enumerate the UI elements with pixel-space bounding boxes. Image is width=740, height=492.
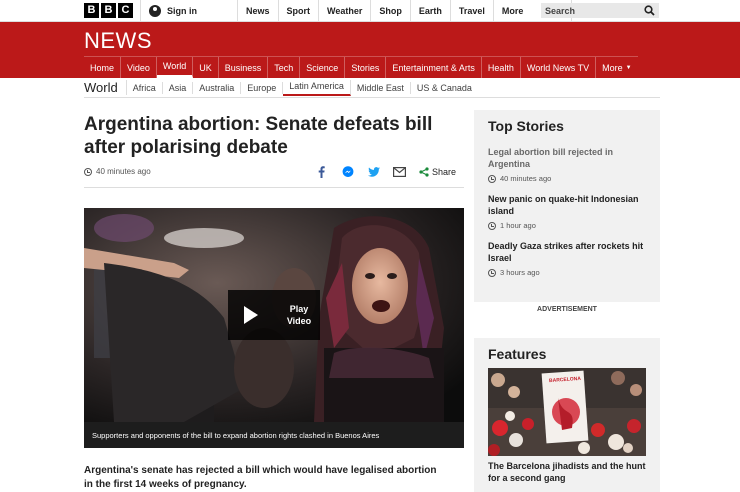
share-button[interactable]: Share: [419, 167, 456, 177]
story-timestamp: 3 hours ago: [488, 268, 646, 277]
story-item[interactable]: New panic on quake-hit Indonesian island…: [488, 193, 646, 230]
story-time-text: 3 hours ago: [500, 268, 540, 277]
news-banner: NEWS Home Video World UK Business Tech S…: [0, 22, 740, 78]
signin-button[interactable]: Sign in: [140, 0, 238, 22]
story-timestamp: 1 hour ago: [488, 221, 646, 230]
share-label: Share: [431, 167, 456, 177]
article-timestamp: 40 minutes ago: [84, 167, 151, 176]
subnav-item-middle-east[interactable]: Middle East: [351, 81, 411, 94]
top-bar: B B C Sign in News Sport Weather Shop Ea…: [0, 0, 740, 22]
article-lede: Argentina's senate has rejected a bill w…: [84, 465, 437, 490]
feature-link[interactable]: The Barcelona jihadists and the hunt for…: [488, 460, 646, 484]
story-link[interactable]: New panic on quake-hit Indonesian island: [488, 193, 646, 217]
timestamp-text: 40 minutes ago: [96, 167, 151, 176]
subnav-item-latin-america[interactable]: Latin America: [283, 79, 351, 96]
subnav-item-europe[interactable]: Europe: [241, 81, 284, 94]
nav-item-health[interactable]: Health: [482, 57, 521, 78]
topnav-item-travel[interactable]: Travel: [451, 0, 494, 22]
share-icon: [419, 167, 429, 177]
search-icon[interactable]: [644, 5, 655, 16]
video-player[interactable]: Play Video Supporters and opponents of t…: [84, 208, 464, 448]
nav-item-world-news-tv[interactable]: World News TV: [521, 57, 597, 78]
article-headline: Argentina abortion: Senate defeats bill …: [84, 114, 433, 158]
nav-item-world[interactable]: World: [156, 57, 194, 78]
video-caption: Supporters and opponents of the bill to …: [84, 422, 464, 448]
nav-item-uk[interactable]: UK: [193, 57, 219, 78]
facebook-icon[interactable]: [315, 165, 329, 179]
story-link[interactable]: Legal abortion bill rejected in Argentin…: [488, 146, 646, 170]
nav-more-label: More: [602, 62, 623, 73]
nav-item-home[interactable]: Home: [84, 57, 122, 78]
nav-item-science[interactable]: Science: [300, 57, 346, 78]
topnav-item-earth[interactable]: Earth: [411, 0, 451, 22]
top-stories-title: Top Stories: [488, 118, 564, 134]
logo-letter: B: [101, 3, 116, 18]
play-video-label: Play Video: [286, 304, 312, 326]
search-input[interactable]: Search: [541, 3, 659, 18]
advertisement-label: ADVERTISEMENT: [537, 306, 597, 313]
nav-more-button[interactable]: More ▼: [596, 57, 637, 78]
bbc-logo[interactable]: B B C: [84, 3, 133, 18]
story-time-text: 40 minutes ago: [500, 174, 552, 183]
topnav-item-shop[interactable]: Shop: [371, 0, 411, 22]
signin-label: Sign in: [167, 6, 197, 16]
play-icon: [244, 306, 258, 324]
section-subnav: World Africa Asia Australia Europe Latin…: [84, 78, 660, 98]
search-placeholder: Search: [545, 5, 576, 16]
email-icon[interactable]: [393, 165, 407, 179]
story-timestamp: 40 minutes ago: [488, 174, 646, 183]
subnav-item-us-canada[interactable]: US & Canada: [411, 82, 478, 94]
messenger-icon[interactable]: [341, 165, 355, 179]
play-video-button[interactable]: Play Video: [228, 290, 320, 340]
user-icon: [149, 5, 161, 17]
topnav-more-label: More: [501, 6, 524, 16]
nav-item-video[interactable]: Video: [121, 57, 157, 78]
nav-item-tech[interactable]: Tech: [268, 57, 301, 78]
twitter-icon[interactable]: [367, 165, 381, 179]
topnav-item-weather[interactable]: Weather: [319, 0, 372, 22]
logo-letter: C: [118, 3, 133, 18]
logo-letter: B: [84, 3, 99, 18]
features-title: Features: [488, 346, 547, 362]
clock-icon: [488, 221, 496, 230]
story-item[interactable]: Legal abortion bill rejected in Argentin…: [488, 146, 646, 183]
section-title[interactable]: World: [84, 80, 127, 95]
topnav-item-news[interactable]: News: [238, 0, 279, 22]
clock-icon: [488, 174, 496, 183]
nav-item-business[interactable]: Business: [219, 57, 269, 78]
nav-item-entertainment[interactable]: Entertainment & Arts: [386, 57, 482, 78]
caret-down-icon: ▼: [625, 64, 632, 71]
story-item[interactable]: Deadly Gaza strikes after rockets hit Is…: [488, 240, 646, 277]
topnav-item-sport[interactable]: Sport: [279, 0, 320, 22]
subnav-item-australia[interactable]: Australia: [193, 81, 242, 94]
clock-icon: [488, 268, 496, 277]
story-link[interactable]: Deadly Gaza strikes after rockets hit Is…: [488, 240, 646, 264]
story-time-text: 1 hour ago: [500, 221, 536, 230]
nav-item-stories[interactable]: Stories: [345, 57, 387, 78]
article-meta: 40 minutes ago Share: [84, 162, 464, 188]
main-nav: Home Video World UK Business Tech Scienc…: [84, 56, 638, 78]
top-stories-panel: Top Stories Legal abortion bill rejected…: [474, 110, 660, 302]
top-nav: News Sport Weather Shop Earth Travel Mor…: [238, 0, 572, 22]
share-bar: Share: [315, 165, 456, 179]
feature-image[interactable]: BARCELONA: [488, 368, 646, 456]
subnav-item-asia[interactable]: Asia: [163, 81, 194, 94]
subnav-item-africa[interactable]: Africa: [127, 81, 163, 94]
features-panel: Features BARCELONA The Barcelona jihadis…: [474, 338, 660, 492]
clock-icon: [84, 167, 92, 176]
news-logo[interactable]: NEWS: [84, 28, 152, 54]
